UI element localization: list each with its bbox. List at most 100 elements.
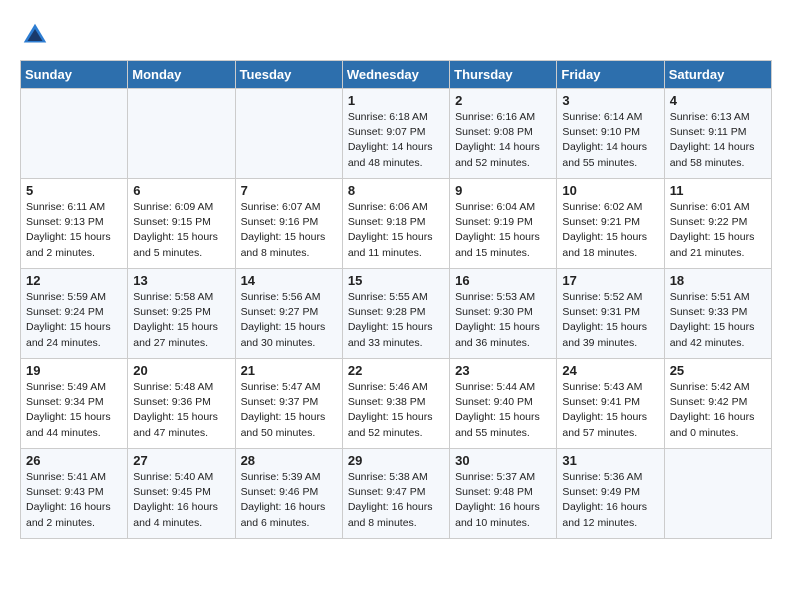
day-info: Sunrise: 6:11 AMSunset: 9:13 PMDaylight:… bbox=[26, 200, 122, 261]
day-number: 31 bbox=[562, 453, 658, 468]
day-number: 27 bbox=[133, 453, 229, 468]
calendar-cell: 2Sunrise: 6:16 AMSunset: 9:08 PMDaylight… bbox=[450, 89, 557, 179]
day-number: 22 bbox=[348, 363, 444, 378]
calendar-cell: 30 Sunrise: 5:37 AMSunset: 9:48 PMDayligh… bbox=[450, 449, 557, 539]
calendar-header-row: SundayMondayTuesdayWednesdayThursdayFrid… bbox=[21, 61, 772, 89]
day-number: 30 bbox=[455, 453, 551, 468]
day-info: Sunrise: 5:41 AMSunset: 9:43 PMDaylight:… bbox=[26, 470, 122, 531]
day-info: Sunrise: 5:48 AMSunset: 9:36 PMDaylight:… bbox=[133, 380, 229, 441]
calendar-cell: 14 Sunrise: 5:56 AMSunset: 9:27 PMDayligh… bbox=[235, 269, 342, 359]
day-info: Sunrise: 5:52 AMSunset: 9:31 PMDaylight:… bbox=[562, 290, 658, 351]
calendar-cell: 25 Sunrise: 5:42 AMSunset: 9:42 PMDayligh… bbox=[664, 359, 771, 449]
day-number: 4 bbox=[670, 93, 766, 108]
day-info: Sunrise: 5:46 AMSunset: 9:38 PMDaylight:… bbox=[348, 380, 444, 441]
day-info: Sunrise: 5:58 AMSunset: 9:25 PMDaylight:… bbox=[133, 290, 229, 351]
day-number: 20 bbox=[133, 363, 229, 378]
logo-icon bbox=[20, 20, 50, 50]
day-number: 7 bbox=[241, 183, 337, 198]
day-number: 9 bbox=[455, 183, 551, 198]
calendar-cell: 12 Sunrise: 5:59 AMSunset: 9:24 PMDayligh… bbox=[21, 269, 128, 359]
logo bbox=[20, 20, 54, 50]
day-info: Sunrise: 6:18 AMSunset: 9:07 PMDaylight:… bbox=[348, 110, 444, 171]
day-info: Sunrise: 5:59 AMSunset: 9:24 PMDaylight:… bbox=[26, 290, 122, 351]
calendar-cell: 29Sunrise: 5:38 AMSunset: 9:47 PMDayligh… bbox=[342, 449, 449, 539]
calendar-cell: 6Sunrise: 6:09 AMSunset: 9:15 PMDaylight… bbox=[128, 179, 235, 269]
calendar-cell: 24Sunrise: 5:43 AMSunset: 9:41 PMDayligh… bbox=[557, 359, 664, 449]
day-number: 21 bbox=[241, 363, 337, 378]
calendar-cell bbox=[128, 89, 235, 179]
calendar-cell bbox=[664, 449, 771, 539]
calendar-cell: 23 Sunrise: 5:44 AMSunset: 9:40 PMDayligh… bbox=[450, 359, 557, 449]
calendar-cell: 21 Sunrise: 5:47 AMSunset: 9:37 PMDayligh… bbox=[235, 359, 342, 449]
column-header-tuesday: Tuesday bbox=[235, 61, 342, 89]
column-header-wednesday: Wednesday bbox=[342, 61, 449, 89]
day-info: Sunrise: 5:36 AMSunset: 9:49 PMDaylight:… bbox=[562, 470, 658, 531]
day-info: Sunrise: 5:53 AMSunset: 9:30 PMDaylight:… bbox=[455, 290, 551, 351]
week-row-3: 12 Sunrise: 5:59 AMSunset: 9:24 PMDayligh… bbox=[21, 269, 772, 359]
week-row-1: 1 Sunrise: 6:18 AMSunset: 9:07 PMDaylight… bbox=[21, 89, 772, 179]
day-number: 25 bbox=[670, 363, 766, 378]
day-info: Sunrise: 5:47 AMSunset: 9:37 PMDaylight:… bbox=[241, 380, 337, 441]
day-number: 19 bbox=[26, 363, 122, 378]
calendar-cell: 15 Sunrise: 5:55 AMSunset: 9:28 PMDayligh… bbox=[342, 269, 449, 359]
calendar-cell: 27 Sunrise: 5:40 AMSunset: 9:45 PMDayligh… bbox=[128, 449, 235, 539]
day-number: 5 bbox=[26, 183, 122, 198]
day-number: 26 bbox=[26, 453, 122, 468]
day-info: Sunrise: 5:51 AMSunset: 9:33 PMDaylight:… bbox=[670, 290, 766, 351]
calendar-cell: 19 Sunrise: 5:49 AMSunset: 9:34 PMDayligh… bbox=[21, 359, 128, 449]
calendar-cell: 7 Sunrise: 6:07 AMSunset: 9:16 PMDaylight… bbox=[235, 179, 342, 269]
day-info: Sunrise: 6:09 AMSunset: 9:15 PMDaylight:… bbox=[133, 200, 229, 261]
week-row-4: 19 Sunrise: 5:49 AMSunset: 9:34 PMDayligh… bbox=[21, 359, 772, 449]
day-info: Sunrise: 6:01 AMSunset: 9:22 PMDaylight:… bbox=[670, 200, 766, 261]
calendar-cell: 20 Sunrise: 5:48 AMSunset: 9:36 PMDayligh… bbox=[128, 359, 235, 449]
day-info: Sunrise: 6:13 AMSunset: 9:11 PMDaylight:… bbox=[670, 110, 766, 171]
day-info: Sunrise: 5:56 AMSunset: 9:27 PMDaylight:… bbox=[241, 290, 337, 351]
calendar-cell: 1 Sunrise: 6:18 AMSunset: 9:07 PMDaylight… bbox=[342, 89, 449, 179]
calendar-cell: 11Sunrise: 6:01 AMSunset: 9:22 PMDayligh… bbox=[664, 179, 771, 269]
day-info: Sunrise: 5:37 AMSunset: 9:48 PMDaylight:… bbox=[455, 470, 551, 531]
day-info: Sunrise: 6:06 AMSunset: 9:18 PMDaylight:… bbox=[348, 200, 444, 261]
day-number: 28 bbox=[241, 453, 337, 468]
day-info: Sunrise: 5:40 AMSunset: 9:45 PMDaylight:… bbox=[133, 470, 229, 531]
day-info: Sunrise: 5:39 AMSunset: 9:46 PMDaylight:… bbox=[241, 470, 337, 531]
day-number: 10 bbox=[562, 183, 658, 198]
day-number: 8 bbox=[348, 183, 444, 198]
day-number: 18 bbox=[670, 273, 766, 288]
day-number: 16 bbox=[455, 273, 551, 288]
calendar-cell: 13Sunrise: 5:58 AMSunset: 9:25 PMDayligh… bbox=[128, 269, 235, 359]
day-info: Sunrise: 6:14 AMSunset: 9:10 PMDaylight:… bbox=[562, 110, 658, 171]
calendar-cell: 3 Sunrise: 6:14 AMSunset: 9:10 PMDaylight… bbox=[557, 89, 664, 179]
day-number: 12 bbox=[26, 273, 122, 288]
day-number: 29 bbox=[348, 453, 444, 468]
calendar-cell: 18 Sunrise: 5:51 AMSunset: 9:33 PMDayligh… bbox=[664, 269, 771, 359]
day-number: 1 bbox=[348, 93, 444, 108]
day-number: 17 bbox=[562, 273, 658, 288]
calendar-cell: 8 Sunrise: 6:06 AMSunset: 9:18 PMDaylight… bbox=[342, 179, 449, 269]
day-number: 14 bbox=[241, 273, 337, 288]
calendar-cell: 31 Sunrise: 5:36 AMSunset: 9:49 PMDayligh… bbox=[557, 449, 664, 539]
day-number: 23 bbox=[455, 363, 551, 378]
day-info: Sunrise: 5:49 AMSunset: 9:34 PMDaylight:… bbox=[26, 380, 122, 441]
calendar-cell: 26 Sunrise: 5:41 AMSunset: 9:43 PMDayligh… bbox=[21, 449, 128, 539]
column-header-sunday: Sunday bbox=[21, 61, 128, 89]
day-info: Sunrise: 6:02 AMSunset: 9:21 PMDaylight:… bbox=[562, 200, 658, 261]
day-info: Sunrise: 5:44 AMSunset: 9:40 PMDaylight:… bbox=[455, 380, 551, 441]
day-info: Sunrise: 5:42 AMSunset: 9:42 PMDaylight:… bbox=[670, 380, 766, 441]
page-header bbox=[20, 20, 772, 50]
day-info: Sunrise: 6:07 AMSunset: 9:16 PMDaylight:… bbox=[241, 200, 337, 261]
calendar-cell: 22 Sunrise: 5:46 AMSunset: 9:38 PMDayligh… bbox=[342, 359, 449, 449]
calendar-cell: 4 Sunrise: 6:13 AMSunset: 9:11 PMDaylight… bbox=[664, 89, 771, 179]
calendar-cell bbox=[21, 89, 128, 179]
day-info: Sunrise: 6:04 AMSunset: 9:19 PMDaylight:… bbox=[455, 200, 551, 261]
day-number: 3 bbox=[562, 93, 658, 108]
week-row-2: 5 Sunrise: 6:11 AMSunset: 9:13 PMDaylight… bbox=[21, 179, 772, 269]
calendar-table: SundayMondayTuesdayWednesdayThursdayFrid… bbox=[20, 60, 772, 539]
calendar-cell: 28 Sunrise: 5:39 AMSunset: 9:46 PMDayligh… bbox=[235, 449, 342, 539]
column-header-thursday: Thursday bbox=[450, 61, 557, 89]
calendar-cell bbox=[235, 89, 342, 179]
calendar-cell: 5 Sunrise: 6:11 AMSunset: 9:13 PMDaylight… bbox=[21, 179, 128, 269]
day-info: Sunrise: 5:55 AMSunset: 9:28 PMDaylight:… bbox=[348, 290, 444, 351]
column-header-friday: Friday bbox=[557, 61, 664, 89]
calendar-cell: 16 Sunrise: 5:53 AMSunset: 9:30 PMDayligh… bbox=[450, 269, 557, 359]
day-number: 15 bbox=[348, 273, 444, 288]
